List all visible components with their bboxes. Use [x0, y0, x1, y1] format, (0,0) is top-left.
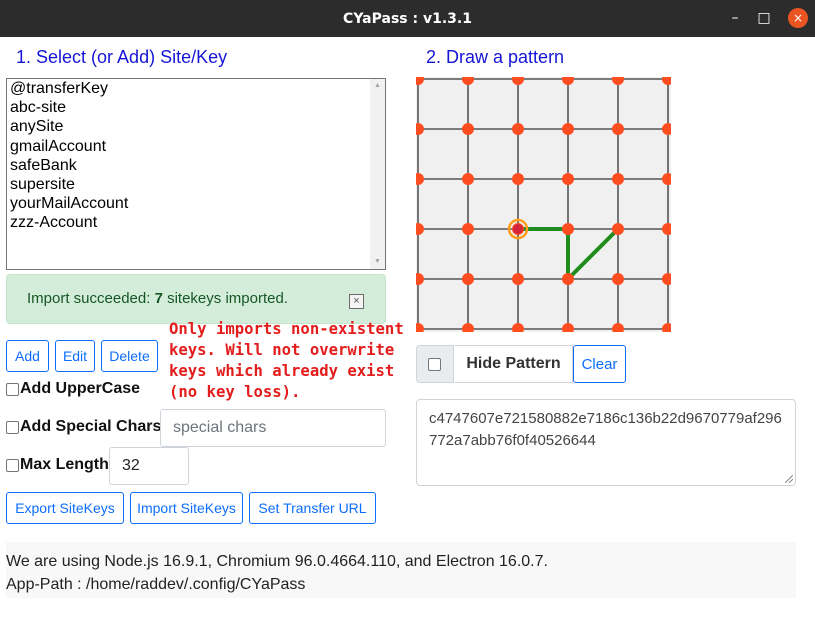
export-sitekeys-button[interactable]: Export SiteKeys [6, 492, 124, 524]
versions-text: We are using Node.js 16.9.1, Chromium 96… [6, 553, 548, 570]
app-path-text: App-Path : /home/raddev/.config/CYaPass [6, 576, 306, 593]
max-length-row: Max Length [6, 456, 109, 474]
grid-point[interactable] [512, 173, 524, 185]
grid-point[interactable] [612, 223, 624, 235]
alert-count: 7 [154, 290, 163, 307]
grid-point[interactable] [512, 123, 524, 135]
grid-point[interactable] [462, 123, 474, 135]
pattern-section-title: 2. Draw a pattern [426, 47, 565, 67]
grid-point[interactable] [612, 123, 624, 135]
grid-background [416, 77, 671, 332]
pattern-start-point [513, 224, 523, 234]
app-info-footer: We are using Node.js 16.9.1, Chromium 96… [6, 542, 796, 598]
grid-point[interactable] [562, 123, 574, 135]
scroll-down-arrow-icon[interactable]: ▼ [370, 255, 385, 269]
add-button[interactable]: Add [6, 340, 49, 372]
add-uppercase-label: Add UpperCase [20, 380, 141, 397]
sitekey-list-item[interactable]: @transferKey [10, 79, 128, 98]
grid-point[interactable] [612, 173, 624, 185]
add-special-label: Add Special Chars [20, 418, 162, 435]
alert-prefix: Import succeeded: [27, 290, 155, 307]
maximize-icon[interactable]: □ [754, 8, 774, 28]
sitekey-list: @transferKey abc-site anySite gmailAccount s… [10, 79, 128, 233]
hide-pattern-toggle[interactable] [416, 345, 454, 383]
listbox-scrollbar[interactable]: ▲ ▼ [370, 79, 385, 269]
window-title: CYaPass : v1.3.1 [343, 10, 472, 27]
sitekey-list-item[interactable]: zzz-Account [10, 213, 128, 232]
sitekey-list-item[interactable]: safeBank [10, 156, 128, 175]
set-transfer-url-button[interactable]: Set Transfer URL [249, 492, 376, 524]
max-length-input[interactable]: 32 [109, 447, 189, 485]
minimize-icon[interactable]: – [725, 8, 745, 28]
password-text: c4747607e721580882e7186c136b22d9670779af… [429, 410, 782, 449]
grid-point[interactable] [462, 223, 474, 235]
add-uppercase-checkbox[interactable] [6, 382, 19, 396]
grid-point[interactable] [562, 173, 574, 185]
delete-button[interactable]: Delete [101, 340, 158, 372]
add-uppercase-row: Add UpperCase [6, 380, 140, 398]
add-special-row: Add Special Chars [6, 418, 161, 436]
hide-pattern-checkbox[interactable] [428, 357, 441, 371]
generated-password-output[interactable]: c4747607e721580882e7186c136b22d9670779af… [416, 399, 796, 486]
sitekey-list-item[interactable]: gmailAccount [10, 137, 128, 156]
sitekey-list-item[interactable]: supersite [10, 175, 128, 194]
close-icon[interactable]: × [788, 8, 808, 28]
alert-close-icon[interactable]: × [349, 294, 364, 309]
add-special-checkbox[interactable] [6, 420, 19, 434]
grid-point[interactable] [562, 273, 574, 285]
import-success-alert: Import succeeded: 7 sitekeys imported. × [6, 274, 386, 324]
special-chars-input[interactable]: special chars [160, 409, 386, 447]
alert-suffix: sitekeys imported. [162, 290, 288, 307]
title-bar: CYaPass : v1.3.1 [0, 0, 815, 37]
grid-point[interactable] [612, 273, 624, 285]
site-section-title: 1. Select (or Add) Site/Key [16, 47, 228, 67]
sitekey-listbox[interactable]: @transferKey abc-site anySite gmailAccount s… [6, 78, 386, 270]
sitekey-list-item[interactable]: abc-site [10, 98, 128, 117]
grid-point[interactable] [462, 273, 474, 285]
max-length-checkbox[interactable] [6, 458, 19, 472]
max-length-label: Max Length [20, 456, 109, 473]
alert-message: Import succeeded: 7 sitekeys imported. [27, 290, 288, 307]
grid-point[interactable] [462, 173, 474, 185]
grid-point[interactable] [562, 223, 574, 235]
clear-button[interactable]: Clear [573, 345, 626, 383]
import-warning-note: Only imports non-existent keys. Will not… [169, 320, 404, 401]
pattern-grid[interactable] [416, 77, 671, 332]
main-content: 1. Select (or Add) Site/Key @transferKey… [0, 37, 815, 634]
import-sitekeys-button[interactable]: Import SiteKeys [130, 492, 243, 524]
scroll-up-arrow-icon[interactable]: ▲ [370, 79, 385, 93]
hide-pattern-label[interactable]: Hide Pattern [455, 345, 573, 383]
sitekey-list-item[interactable]: yourMailAccount [10, 194, 128, 213]
resize-grip-icon[interactable] [785, 475, 793, 483]
grid-point[interactable] [512, 273, 524, 285]
sitekey-list-item[interactable]: anySite [10, 117, 128, 136]
edit-button[interactable]: Edit [55, 340, 95, 372]
